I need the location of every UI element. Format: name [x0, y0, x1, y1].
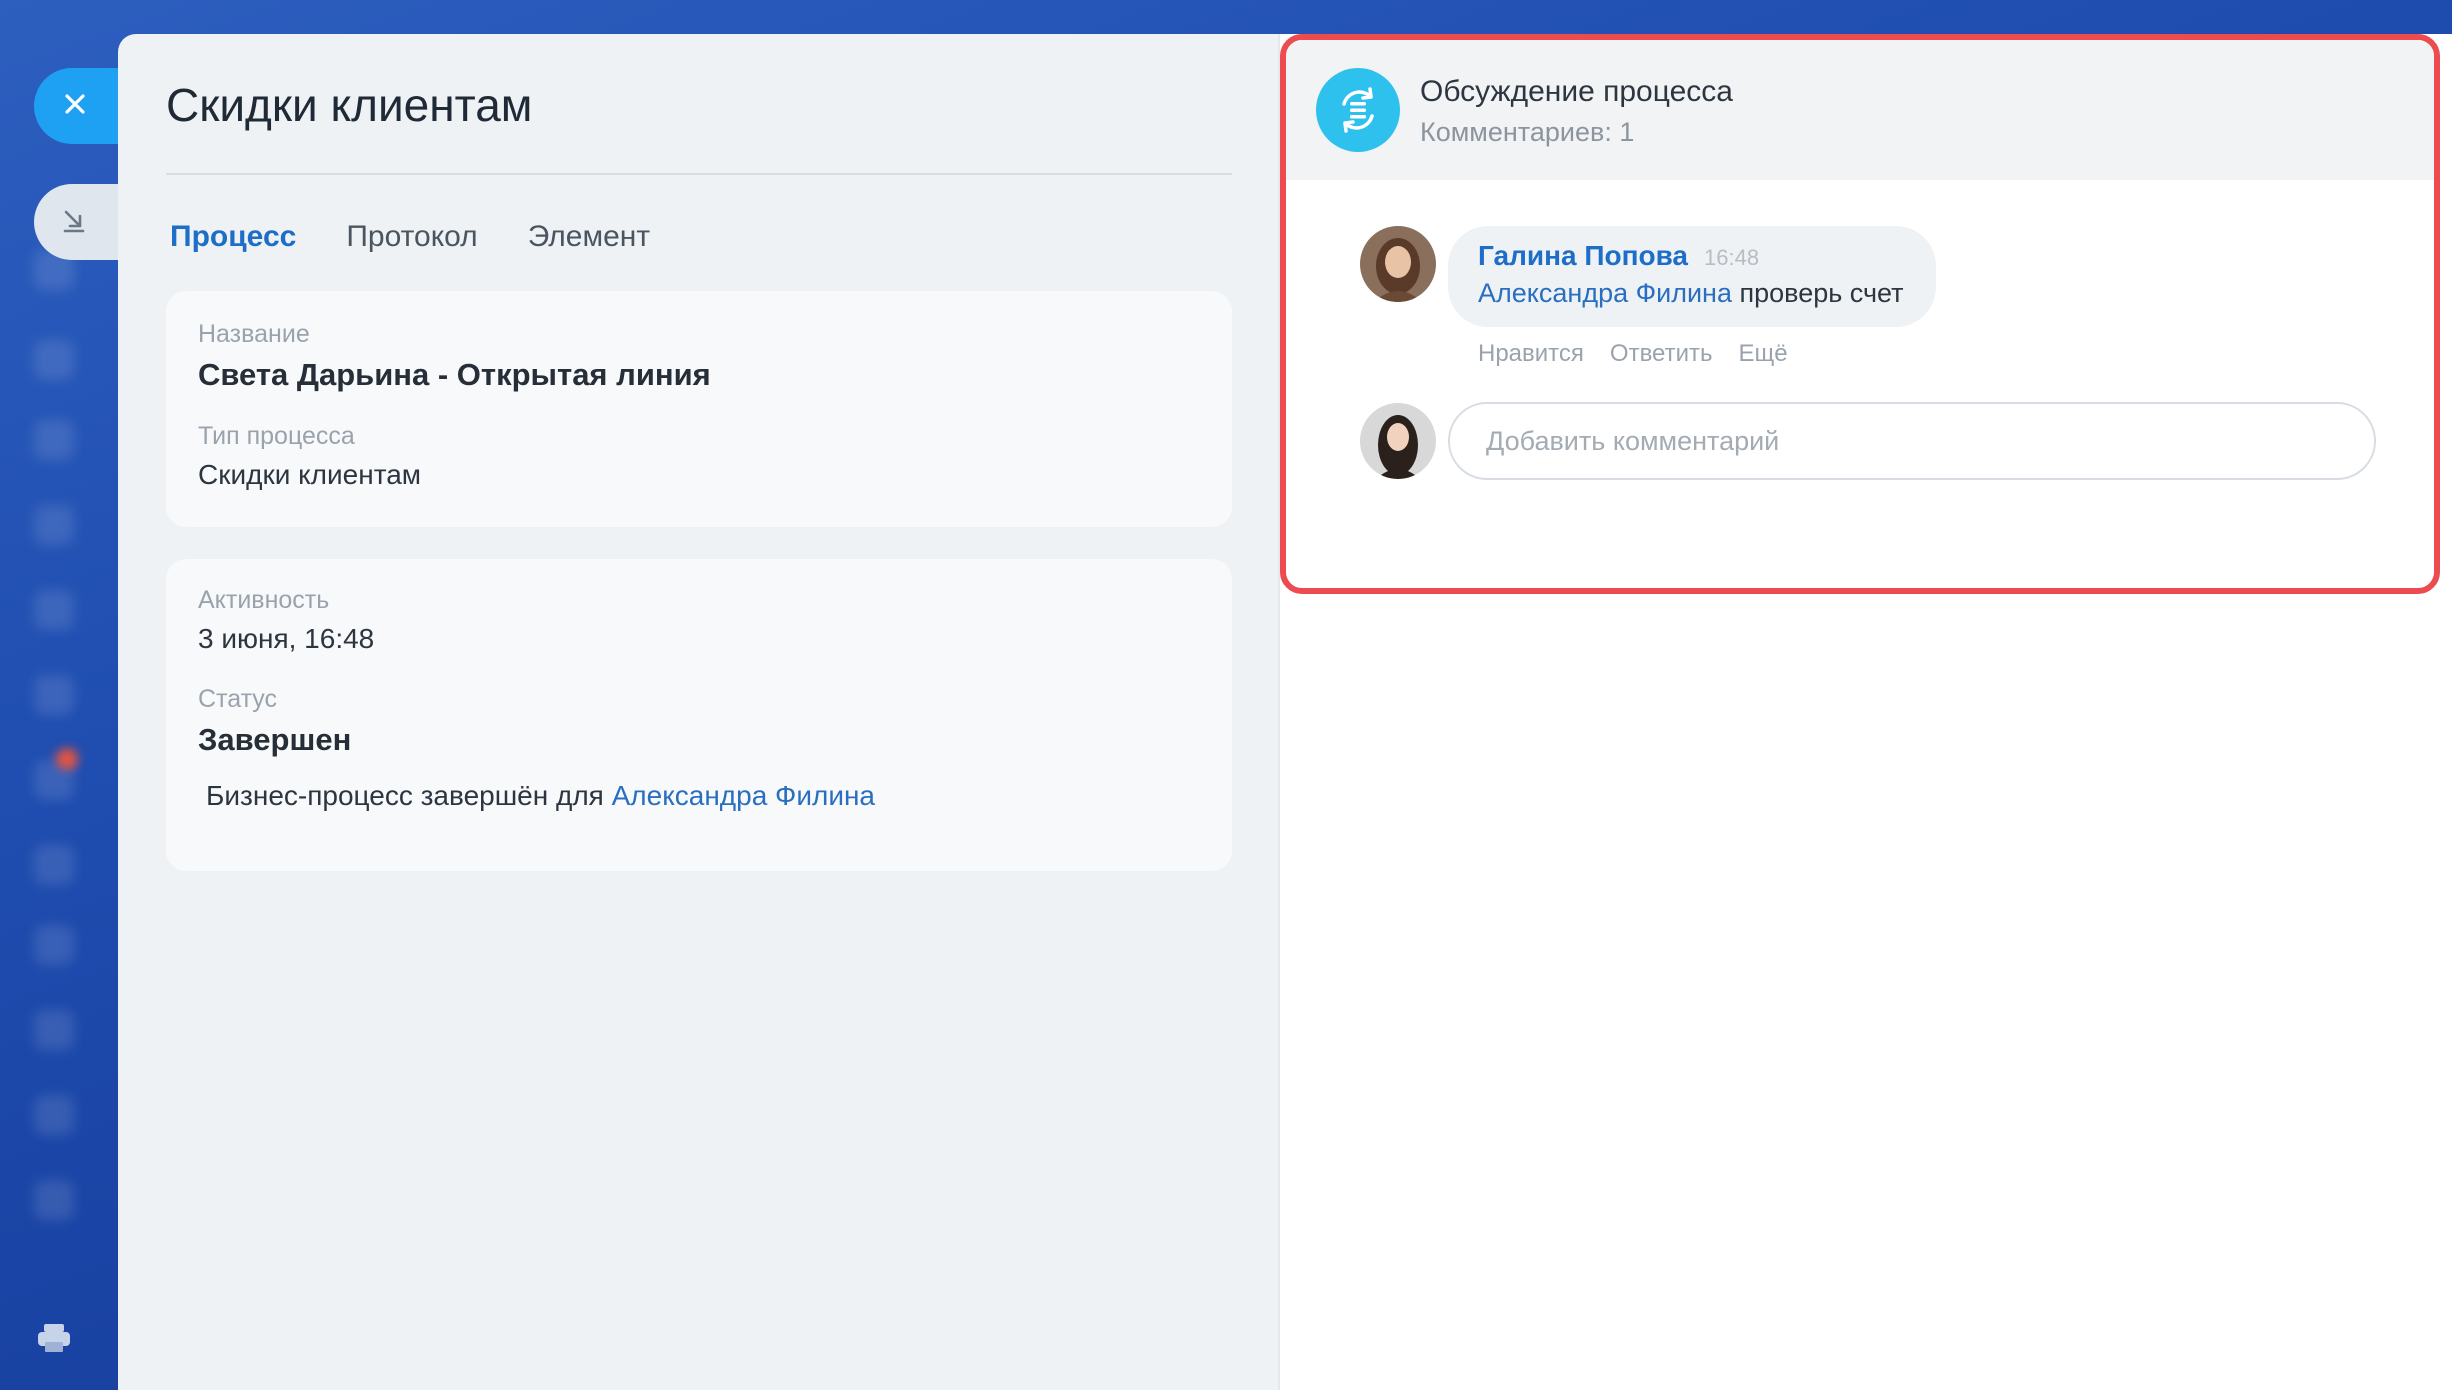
- status-value: Завершен: [198, 721, 352, 757]
- add-comment-row: [1360, 402, 2376, 480]
- comment-item: Галина Попова 16:48 Александра Филина пр…: [1360, 226, 1936, 327]
- comment-bubble: Галина Попова 16:48 Александра Филина пр…: [1448, 226, 1936, 327]
- minimize-button[interactable]: [34, 184, 124, 260]
- bg-icon: [34, 590, 74, 630]
- status-note-text: Бизнес-процесс завершён для: [206, 779, 604, 811]
- process-type-value: Скидки клиентам: [198, 459, 422, 491]
- bg-icon: [34, 1010, 74, 1050]
- discussion-block: Обсуждение процесса Комментариев: 1 Гали…: [1280, 34, 2440, 594]
- tab-bar: Процесс Протокол Элемент: [166, 201, 1232, 273]
- process-details: Скидки клиентам Процесс Протокол Элемент…: [166, 34, 1232, 872]
- comment-mention-link[interactable]: Александра Филина: [1478, 278, 1732, 308]
- name-value: Света Дарьина - Открытая линия: [198, 357, 711, 393]
- bg-icon: [34, 1095, 74, 1135]
- name-label: Название: [198, 320, 310, 349]
- comment-count: Комментариев: 1: [1420, 117, 1635, 147]
- tab-element[interactable]: Элемент: [528, 220, 650, 254]
- page-title: Скидки клиентам: [166, 78, 1232, 176]
- like-button[interactable]: Нравится: [1478, 340, 1584, 368]
- process-panel: Скидки клиентам Процесс Протокол Элемент…: [118, 34, 2452, 1390]
- print-icon[interactable]: [34, 1318, 74, 1358]
- activity-label: Активность: [198, 586, 330, 615]
- discussion-header: Обсуждение процесса Комментариев: 1: [1286, 40, 2434, 180]
- bg-icon: [34, 925, 74, 965]
- more-button[interactable]: Ещё: [1739, 340, 1788, 368]
- comment-time: 16:48: [1704, 245, 1760, 270]
- status-label: Статус: [198, 684, 278, 713]
- status-note-user-link[interactable]: Александра Филина: [612, 780, 875, 811]
- status-note: Бизнес-процесс завершён для Александра Ф…: [198, 780, 1200, 812]
- bg-icon: [34, 675, 74, 715]
- bg-icon: [34, 1180, 74, 1220]
- comment-author[interactable]: Галина Попова: [1478, 240, 1688, 272]
- tab-protocol[interactable]: Протокол: [346, 220, 477, 254]
- bg-icon: [34, 420, 74, 460]
- status-card: Активность 3 июня, 16:48 Статус Завершен…: [166, 559, 1232, 872]
- bg-icon: [34, 340, 74, 380]
- close-button[interactable]: [34, 68, 130, 144]
- add-comment-input[interactable]: [1448, 402, 2376, 480]
- info-card: Название Света Дарьина - Открытая линия …: [166, 291, 1232, 528]
- avatar[interactable]: [1360, 403, 1436, 479]
- process-type-label: Тип процесса: [198, 422, 355, 451]
- process-icon: [1316, 68, 1400, 152]
- minimize-icon: [58, 204, 90, 241]
- comment-message: проверь счет: [1739, 278, 1904, 308]
- avatar[interactable]: [1360, 226, 1436, 302]
- discussion-title: Обсуждение процесса: [1420, 75, 1733, 108]
- close-icon: [60, 89, 90, 124]
- comments-column: Обсуждение процесса Комментариев: 1 Гали…: [1278, 34, 2452, 1390]
- bg-badge: [56, 748, 78, 770]
- activity-value: 3 июня, 16:48: [198, 623, 375, 655]
- bg-icon: [34, 845, 74, 885]
- comment-actions: Нравится Ответить Ещё: [1478, 340, 1788, 368]
- bg-icon: [34, 505, 74, 545]
- comment-text: Александра Филина проверь счет: [1478, 278, 1904, 309]
- reply-button[interactable]: Ответить: [1610, 340, 1713, 368]
- tab-process[interactable]: Процесс: [170, 220, 296, 254]
